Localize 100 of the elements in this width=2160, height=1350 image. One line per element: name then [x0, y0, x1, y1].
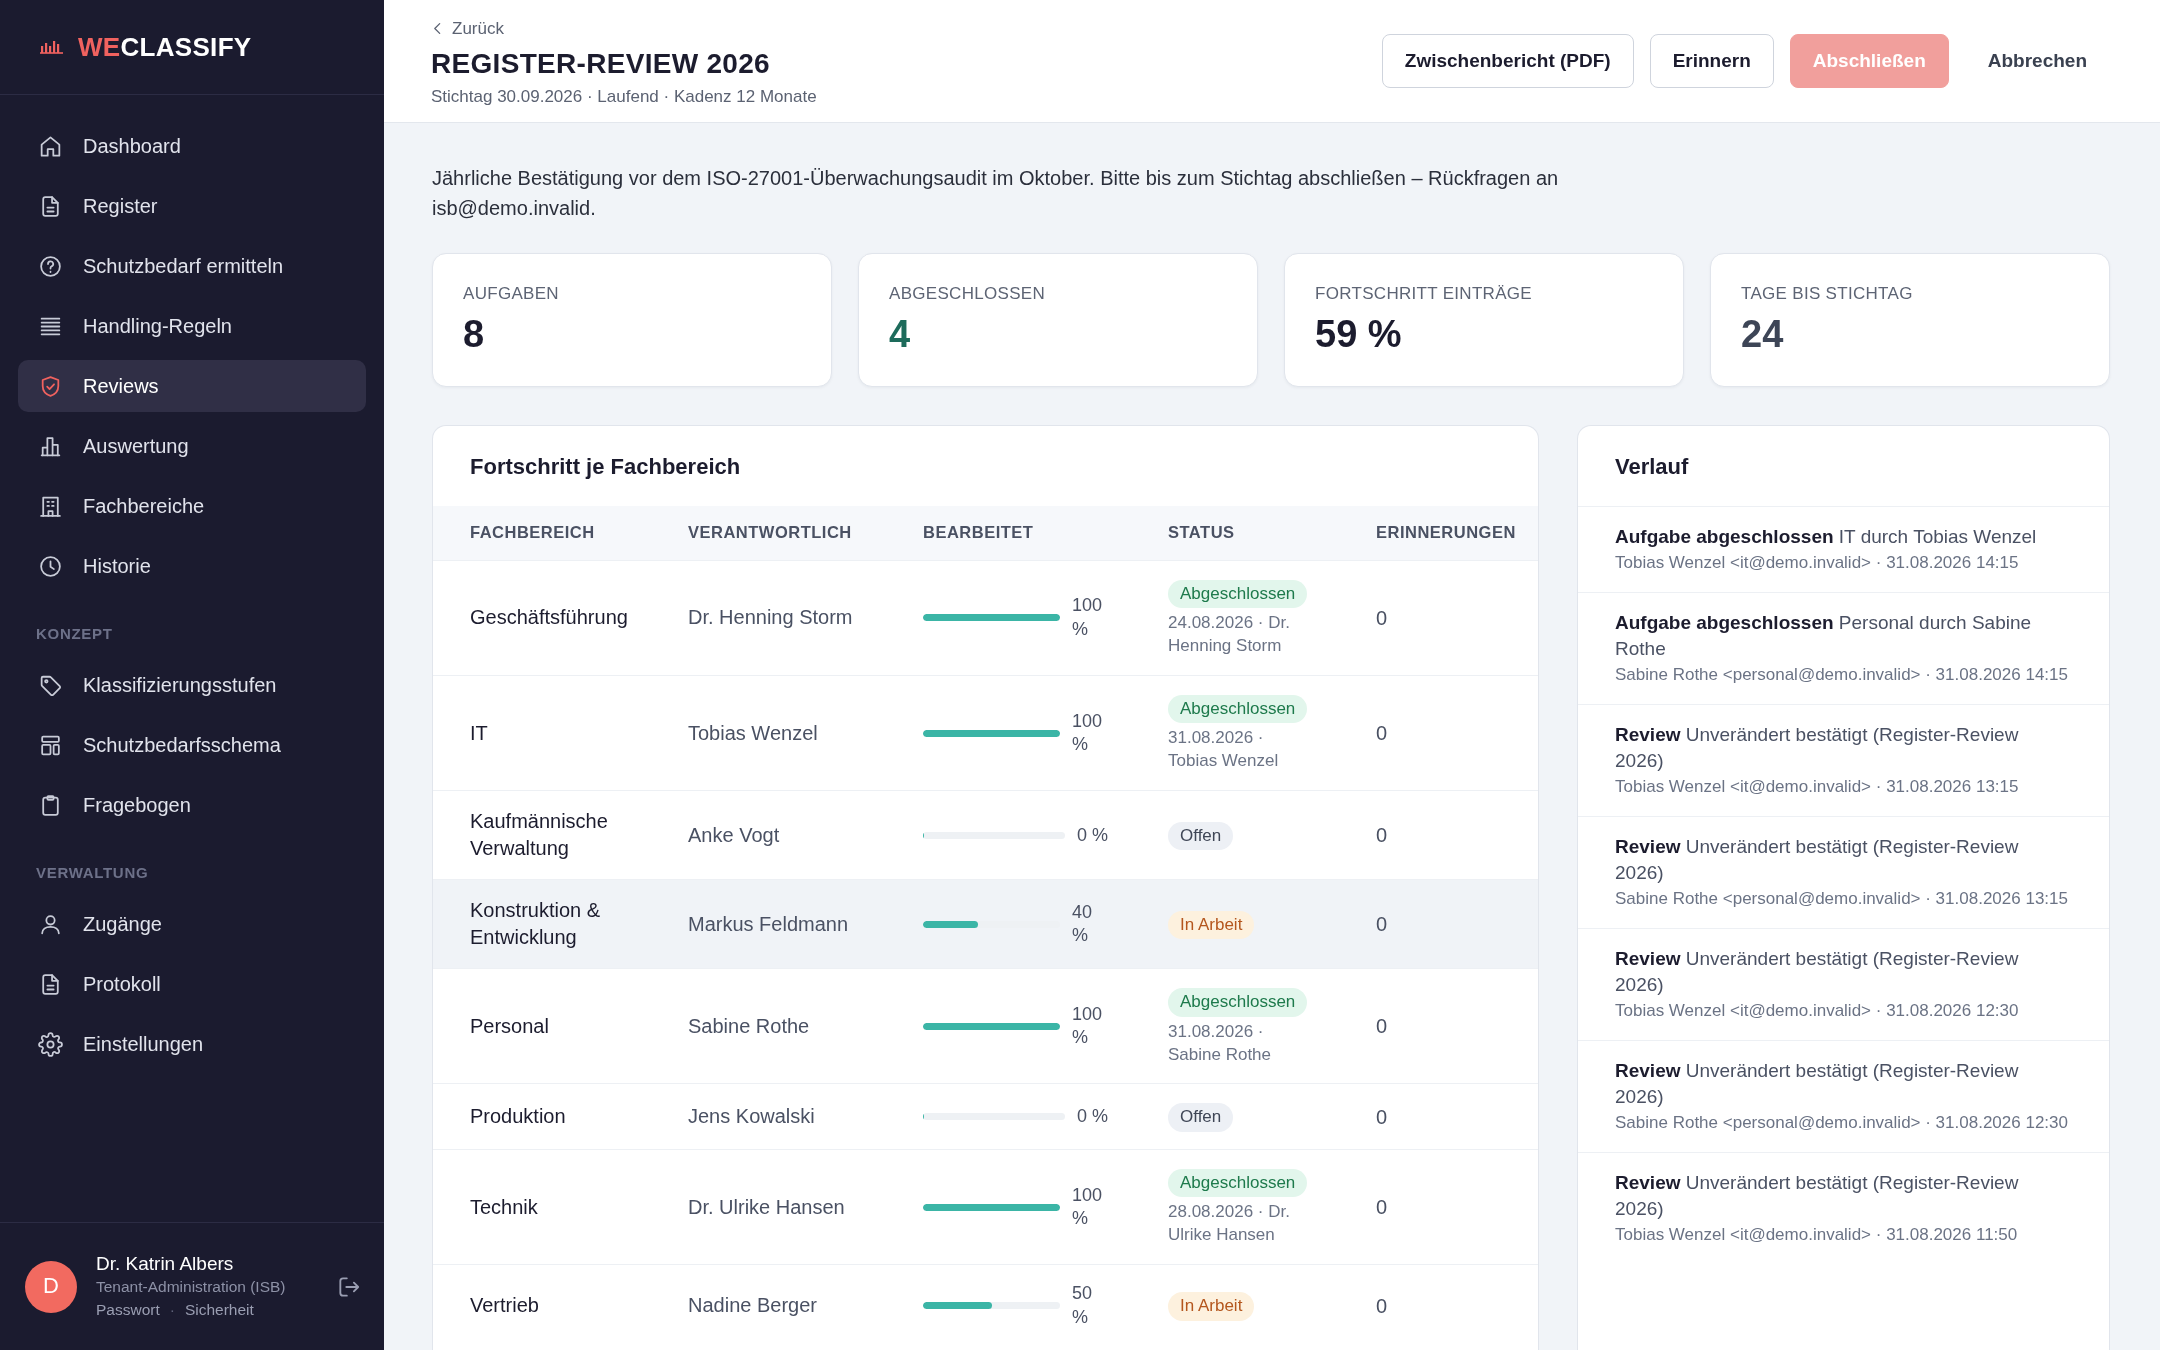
department-name: Kaufmännische Verwaltung — [470, 809, 609, 862]
pdf-report-button[interactable]: Zwischenbericht (PDF) — [1381, 34, 1634, 88]
owner-name: Markus Feldmann — [688, 911, 850, 937]
user-name: Dr. Katrin Albers — [96, 1251, 235, 1276]
page-subtitle: Stichtag 30.09.2026 · Laufend · Kadenz 12 Monate — [431, 85, 817, 108]
password-link[interactable]: Passwort — [96, 1298, 160, 1322]
history-entry-text: Aufgabe abgeschlossen Personal durch Sabine Rothe — [1615, 610, 2033, 662]
percent-text: 100 % — [1072, 709, 1104, 757]
history-entry-text: Review Unverändert bestätigt (Register-Review 2026) — [1615, 834, 2020, 886]
percent-text: 100 % — [1072, 1002, 1104, 1050]
status-badge: Offen — [1168, 822, 1234, 851]
owner-name: Nadine Berger — [688, 1293, 818, 1319]
reminder-count: 0 — [1376, 823, 1389, 849]
department-name: Konstruktion & Entwicklung — [470, 898, 602, 951]
history-meta: Sabine Rothe <personal@demo.invalid> · 31.08.2026 12:30 — [1615, 1111, 2069, 1134]
stat-value: 24 — [1741, 314, 1785, 357]
reminder-count: 0 — [1376, 912, 1389, 938]
nav-item[interactable]: Zugänge — [18, 898, 366, 950]
owner-name: Dr. Ulrike Hansen — [688, 1194, 846, 1220]
history-entry-text: Review Unverändert bestätigt (Register-Review 2026) — [1615, 1170, 2020, 1222]
percent-text: 100 % — [1072, 1183, 1104, 1230]
owner-name: Tobias Wenzel — [688, 720, 819, 746]
nav-item[interactable]: Handling-Regeln — [18, 300, 366, 352]
stat-label: FORTSCHRITT EINTRÄGE — [1315, 284, 1533, 305]
history-meta: Tobias Wenzel <it@demo.invalid> · 31.08.2026 13:15 — [1615, 775, 2020, 798]
nav-item[interactable]: Klassifizierungsstufen — [18, 659, 366, 711]
nav-item[interactable]: Register — [18, 180, 366, 232]
remind-button[interactable]: Erinnern — [1649, 34, 1774, 88]
stat-value: 59 % — [1315, 314, 1403, 357]
brand-name: CLASSIFY — [120, 34, 252, 60]
percent-text: 100 % — [1072, 594, 1104, 641]
clock-icon — [38, 553, 63, 579]
home-icon — [38, 133, 63, 159]
column-header: STATUS — [1168, 506, 1376, 561]
reminder-count: 0 — [1376, 605, 1389, 631]
status-badge: Offen — [1168, 1103, 1234, 1132]
owner-name: Dr. Henning Storm — [688, 605, 854, 631]
card-title: Verlauf — [1615, 454, 1690, 481]
percent-text: 40 % — [1072, 900, 1094, 948]
section-label: VERWALTUNG — [36, 864, 149, 882]
percent-text: 0 % — [1076, 823, 1108, 847]
nav-item[interactable]: Historie — [18, 540, 366, 592]
history-meta: Tobias Wenzel <it@demo.invalid> · 31.08.2026 12:30 — [1615, 999, 2020, 1022]
column-header: FACHBEREICH — [433, 506, 688, 561]
history-entry-text: Review Unverändert bestätigt (Register-Review 2026) — [1615, 1058, 2020, 1110]
completion-info: 28.08.2026 · Dr. Ulrike Hansen — [1168, 1201, 1291, 1247]
brand-name-prefix: WE — [78, 34, 121, 60]
nav-item[interactable]: Auswertung — [18, 420, 366, 472]
nav-item[interactable]: Fragebogen — [18, 779, 366, 831]
history-entry-text: Review Unverändert bestätigt (Register-Review 2026) — [1615, 722, 2020, 774]
reminder-count: 0 — [1376, 1104, 1389, 1130]
stat-value: 8 — [463, 314, 486, 357]
status-badge: Abgeschlossen — [1168, 694, 1308, 724]
column-header: ERINNERUNGEN — [1376, 506, 1538, 561]
reminder-count: 0 — [1376, 1293, 1389, 1319]
stat-label: TAGE BIS STICHTAG — [1741, 284, 1914, 305]
owner-name: Sabine Rothe — [688, 1013, 811, 1039]
status-badge: In Arbeit — [1168, 911, 1255, 940]
status-badge: Abgeschlossen — [1168, 1168, 1308, 1198]
status-badge: Abgeschlossen — [1168, 988, 1308, 1017]
nav-item[interactable]: Protokoll — [18, 958, 366, 1010]
cancel-button[interactable]: Abbrechen — [1964, 34, 2110, 88]
section-label: KONZEPT — [36, 625, 113, 643]
department-name: Technik — [470, 1194, 539, 1220]
column-header: VERANTWORTLICH — [688, 506, 923, 561]
security-link[interactable]: Sicherheit — [184, 1298, 254, 1322]
history-entry-text: Review Unverändert bestätigt (Register-Review 2026) — [1615, 946, 2020, 998]
reminder-count: 0 — [1376, 721, 1389, 747]
stat-value: 4 — [889, 314, 912, 357]
help-icon — [38, 253, 63, 279]
department-name: Vertrieb — [470, 1293, 540, 1319]
completion-info: 31.08.2026 · Sabine Rothe — [1168, 1020, 1273, 1066]
column-header: BEARBEITET — [923, 506, 1168, 561]
department-name: Geschäftsführung — [470, 605, 629, 631]
page-title: REGISTER-REVIEW 2026 — [431, 48, 771, 81]
back-link[interactable]: Zurück — [431, 18, 504, 40]
review-description: Jährliche Bestätigung vor dem ISO-27001-Überwachungsaudit im Oktober. Bitte bis zum Stichtag abschließen – Rückfragen an isb@demo.invalid. — [432, 166, 1560, 221]
nav-item[interactable]: Reviews — [18, 360, 366, 412]
stat-label: AUFGABEN — [463, 284, 560, 305]
status-badge: In Arbeit — [1168, 1292, 1255, 1321]
nav-item[interactable]: Einstellungen — [18, 1018, 366, 1070]
separator-dot: · — [169, 1299, 175, 1320]
user-role: Tenant-Administration (ISB) — [96, 1277, 287, 1298]
nav-item[interactable]: Fachbereiche — [18, 480, 366, 532]
history-meta: Tobias Wenzel <it@demo.invalid> · 31.08.2026 11:50 — [1615, 1223, 2019, 1246]
stat-label: ABGESCHLOSSEN — [889, 284, 1046, 305]
status-badge: Abgeschlossen — [1168, 579, 1308, 609]
history-meta: Sabine Rothe <personal@demo.invalid> · 31.08.2026 13:15 — [1615, 887, 2069, 910]
nav-item[interactable]: Schutzbedarf ermitteln — [18, 240, 366, 292]
department-name: Personal — [470, 1013, 550, 1039]
logo-icon — [40, 40, 64, 54]
percent-text: 0 % — [1076, 1105, 1108, 1128]
completion-info: 24.08.2026 · Dr. Henning Storm — [1168, 612, 1291, 657]
nav-item[interactable]: Schutzbedarfsschema — [18, 719, 366, 771]
history-meta: Sabine Rothe <personal@demo.invalid> · 31.08.2026 14:15 — [1615, 663, 2069, 686]
nav-item[interactable]: Dashboard — [18, 120, 366, 172]
department-name: IT — [470, 720, 489, 746]
reminder-count: 0 — [1376, 1195, 1389, 1220]
department-name: Produktion — [470, 1104, 567, 1130]
settings-icon — [38, 1031, 63, 1057]
